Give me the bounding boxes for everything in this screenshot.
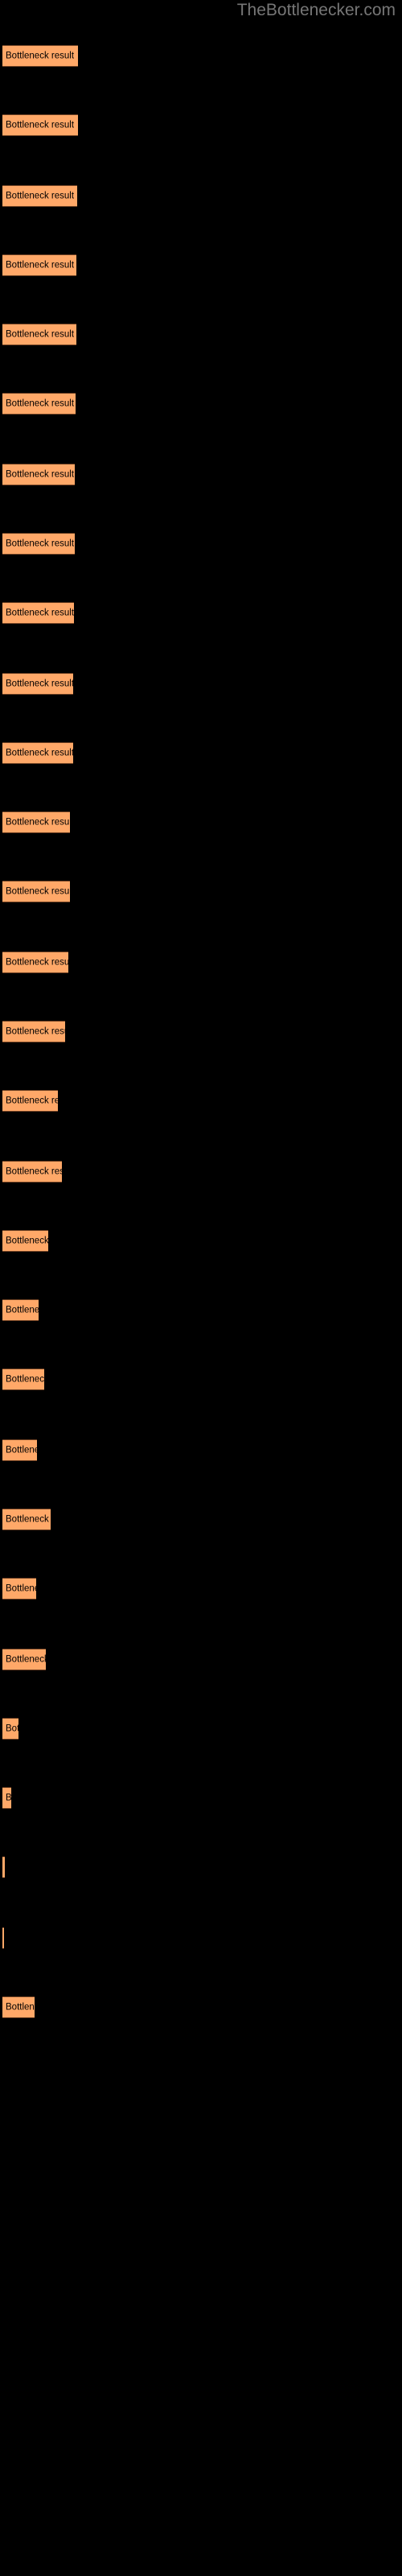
bar[interactable]: Bottleneck result: [2, 602, 74, 624]
bar-label: Bottleneck result: [6, 1793, 11, 1802]
bar-label: Bottleneck result: [6, 1583, 36, 1593]
bar[interactable]: Bottleneck result: [2, 533, 75, 555]
bar[interactable]: Bottleneck result: [2, 1578, 36, 1600]
bar-chart-plot-area: Bottleneck result Bottleneck result Bottle…: [0, 0, 402, 2576]
bar[interactable]: Bottleneck result: [2, 1299, 39, 1321]
bar-label: Bottleneck result: [6, 398, 75, 408]
bar[interactable]: Bottleneck result: [2, 1718, 18, 1740]
bar[interactable]: Bottleneck result: [2, 1787, 11, 1809]
bar-label: Bottleneck result: [6, 748, 73, 758]
bottleneck-chart: TheBottlenecker.com Bottleneck result Bot…: [0, 0, 402, 2576]
bar-row: Bottleneck result: [0, 254, 402, 276]
bar-label: Bottleneck result: [6, 1166, 62, 1176]
bar-row: Bottleneck result: [0, 1996, 402, 2018]
bar[interactable]: Bottleneck result: [2, 1509, 51, 1530]
bar-label: Bottleneck result: [6, 469, 75, 479]
bar-label: Bottleneck result: [6, 329, 75, 339]
bar-row: Bottleneck result: [0, 464, 402, 485]
bar-row: Bottleneck result: [0, 533, 402, 555]
bar[interactable]: Bottleneck result: [2, 393, 76, 415]
bar[interactable]: Bottleneck result: [2, 1996, 35, 2018]
bar[interactable]: Bottleneck result: [2, 1161, 62, 1183]
bar-label: Bottleneck result: [6, 1654, 46, 1664]
bar[interactable]: Bottleneck result: [2, 952, 68, 973]
bar[interactable]: Bottleneck result: [2, 185, 77, 207]
bar[interactable]: Bottleneck result: [2, 1856, 5, 1878]
bar-row: Bottleneck result: [0, 45, 402, 67]
bar[interactable]: Bottleneck result: [2, 811, 70, 833]
bar-label: Bottleneck result: [6, 51, 75, 60]
bar[interactable]: Bottleneck result: [2, 324, 76, 345]
bar-row: Bottleneck result: [0, 811, 402, 833]
bar-label: Bottleneck result: [6, 120, 75, 130]
bar-label: Bottleneck result: [6, 1236, 48, 1245]
bar[interactable]: Bottleneck result: [2, 1230, 48, 1252]
bar-row: Bottleneck result: [0, 1230, 402, 1252]
bar-row: Bottleneck result: [0, 1718, 402, 1740]
bar[interactable]: Bottleneck result: [2, 673, 73, 695]
bar-label: Bottleneck result: [6, 1514, 51, 1524]
bar[interactable]: Bottleneck result: [2, 254, 76, 276]
bar-row: Bottleneck result: [0, 1021, 402, 1042]
bar-label: Bottleneck result: [6, 1374, 44, 1384]
bar[interactable]: Bottleneck result: [2, 45, 78, 67]
bar-label: Bottleneck result: [6, 1445, 37, 1455]
bar-label: Bottleneck result: [6, 2002, 35, 2012]
bar-label: Bottleneck result: [6, 817, 70, 827]
bar[interactable]: Bottleneck result: [2, 1927, 4, 1949]
bar[interactable]: Bottleneck result: [2, 114, 78, 136]
bar-row: Bottleneck result: [0, 1368, 402, 1390]
bar-row: Bottleneck result: [0, 1578, 402, 1600]
bar-label: Bottleneck result: [6, 539, 75, 548]
bar-row: Bottleneck result: [0, 185, 402, 207]
bar-row: Bottleneck result: [0, 1787, 402, 1809]
bar-row: Bottleneck result: [0, 952, 402, 973]
bar-row: Bottleneck result: [0, 673, 402, 695]
bar-row: Bottleneck result: [0, 1090, 402, 1112]
bar-row: Bottleneck result: [0, 324, 402, 345]
bar[interactable]: Bottleneck result: [2, 1021, 65, 1042]
bar-label: Bottleneck result: [6, 886, 70, 896]
bar-label: Bottleneck result: [6, 679, 73, 688]
bar-label: Bottleneck result: [6, 260, 75, 270]
bar-row: Bottleneck result: [0, 1927, 402, 1949]
bar-label: Bottleneck result: [6, 1096, 58, 1105]
bar[interactable]: Bottleneck result: [2, 1439, 37, 1461]
bar-label: Bottleneck result: [6, 608, 74, 617]
bar-row: Bottleneck result: [0, 881, 402, 902]
bar-row: Bottleneck result: [0, 602, 402, 624]
bar[interactable]: Bottleneck result: [2, 1368, 44, 1390]
bar-row: Bottleneck result: [0, 1439, 402, 1461]
bar-row: Bottleneck result: [0, 114, 402, 136]
bar-row: Bottleneck result: [0, 1856, 402, 1878]
bar[interactable]: Bottleneck result: [2, 1649, 46, 1670]
bar-label: Bottleneck result: [6, 1724, 18, 1733]
bar[interactable]: Bottleneck result: [2, 881, 70, 902]
bar-label: Bottleneck result: [6, 1026, 65, 1036]
bar-label: Bottleneck result: [6, 957, 68, 967]
bar-row: Bottleneck result: [0, 1161, 402, 1183]
bar-label: Bottleneck result: [6, 191, 75, 200]
bar-row: Bottleneck result: [0, 1299, 402, 1321]
bar-row: Bottleneck result: [0, 742, 402, 764]
bar-row: Bottleneck result: [0, 393, 402, 415]
bar-label: Bottleneck result: [6, 1305, 39, 1315]
bar[interactable]: Bottleneck result: [2, 464, 75, 485]
bar[interactable]: Bottleneck result: [2, 1090, 58, 1112]
bar-row: Bottleneck result: [0, 1509, 402, 1530]
bar-row: Bottleneck result: [0, 1649, 402, 1670]
bar[interactable]: Bottleneck result: [2, 742, 73, 764]
